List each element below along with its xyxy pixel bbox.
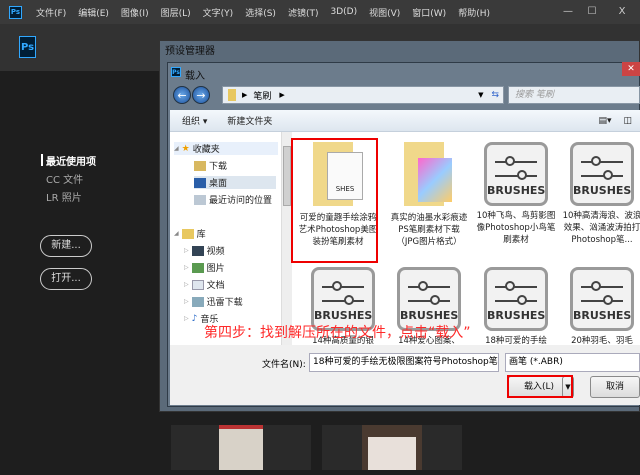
navigation-pane: ◢ ★ 收藏夹 下载 桌面 最近访问的位置 ◢ 库 ▷ 视频 ▷ 图片 ▷ 文档 ▷ 迅雷下载… xyxy=(170,132,282,345)
open-button[interactable]: 打开... xyxy=(40,268,92,290)
star-icon: ★ xyxy=(181,143,190,154)
view-options-icon[interactable]: ▤▾ xyxy=(598,116,611,126)
picture-icon xyxy=(191,262,204,273)
recent-places-icon xyxy=(194,194,206,205)
toolbar: 组织 ▾ 新建文件夹 ▤▾ ◫ xyxy=(170,110,640,132)
video-icon xyxy=(191,245,204,256)
preset-manager-title: 预设管理器 xyxy=(165,46,215,57)
start-sidebar: 最近使用项 CC 文件 LR 照片 新建... 打开... xyxy=(0,71,160,475)
nav-lr-photos[interactable]: LR 照片 xyxy=(46,189,82,204)
load-dialog-title: 载入 xyxy=(185,71,205,82)
menu-type[interactable]: 文字(Y) xyxy=(197,6,240,19)
active-indicator xyxy=(41,154,43,166)
forward-button[interactable]: → xyxy=(192,86,210,104)
brush-file-icon: BRUSHES xyxy=(484,142,548,206)
file-item[interactable]: BRUSHES 20种羽毛、羽毛 xyxy=(560,267,640,345)
filename-label: 文件名(N): xyxy=(262,360,306,370)
highlight-load-button xyxy=(507,375,573,398)
nav-recent[interactable]: 最近使用项 xyxy=(46,153,96,168)
folder-icon xyxy=(228,89,236,101)
nav-favorites[interactable]: ◢ ★ 收藏夹 xyxy=(174,142,278,155)
maximize-button[interactable]: ☐ xyxy=(580,4,604,20)
recent-file-thumbnail[interactable] xyxy=(171,425,311,470)
menu-layer[interactable]: 图层(L) xyxy=(155,6,197,19)
document-icon xyxy=(191,279,204,290)
desktop-icon xyxy=(194,177,206,188)
tutorial-annotation: 第四步：找到解压所在的文件，点击“载入” xyxy=(204,325,471,341)
minimize-button[interactable]: — xyxy=(556,4,580,20)
cancel-button[interactable]: 取消 xyxy=(590,376,640,398)
nav-documents[interactable]: ▷ 文档 xyxy=(184,278,225,291)
menu-file[interactable]: 文件(F) xyxy=(30,6,72,19)
nav-libraries[interactable]: ◢ 库 xyxy=(174,227,206,240)
menu-window[interactable]: 窗口(W) xyxy=(406,6,452,19)
preview-pane-icon[interactable]: ◫ xyxy=(623,116,632,126)
menu-edit[interactable]: 编辑(E) xyxy=(72,6,115,19)
brush-file-icon: BRUSHES xyxy=(484,267,548,331)
close-button[interactable]: X xyxy=(604,4,640,20)
chevron-right-icon: ▶ xyxy=(279,91,285,99)
close-icon[interactable]: ✕ xyxy=(622,62,640,76)
refresh-icon[interactable]: ⇆ xyxy=(491,90,499,100)
xunlei-icon xyxy=(191,296,204,307)
file-item[interactable]: BRUSHES 10种飞鸟、鸟剪影图像Photoshop小鸟笔刷素材 xyxy=(474,142,558,246)
file-item[interactable]: 真实的油墨水彩痕迹PS笔刷素材下载（JPG图片格式） xyxy=(387,142,471,248)
organize-button[interactable]: 组织 ▾ xyxy=(182,114,207,127)
breadcrumb-brushes[interactable]: 笔刷 xyxy=(253,89,271,102)
nav-desktop[interactable]: 桌面 xyxy=(194,176,276,189)
menu-bar: Ps 文件(F) 编辑(E) 图像(I) 图层(L) 文字(Y) 选择(S) 滤… xyxy=(0,0,640,24)
download-folder-icon xyxy=(194,160,206,171)
photoshop-logo-large: Ps xyxy=(19,36,36,58)
address-bar[interactable]: ▶ 笔刷 ▶ ▼ ⇆ xyxy=(222,86,504,104)
nav-recent-places[interactable]: 最近访问的位置 xyxy=(194,193,272,206)
chevron-right-icon: ▶ xyxy=(242,91,248,99)
file-item[interactable]: BRUSHES 18种可爱的手绘 xyxy=(474,267,558,345)
highlight-selected-folder xyxy=(291,138,378,263)
menu-select[interactable]: 选择(S) xyxy=(239,6,282,19)
recent-file-thumbnail[interactable] xyxy=(322,425,462,470)
menu-view[interactable]: 视图(V) xyxy=(363,6,406,19)
menu-3d[interactable]: 3D(D) xyxy=(324,7,363,17)
filetype-select[interactable]: 画笔 (*.ABR) xyxy=(505,353,640,372)
nav-pictures[interactable]: ▷ 图片 xyxy=(184,261,225,274)
nav-downloads[interactable]: 下载 xyxy=(194,159,227,172)
search-input[interactable]: 搜索 笔刷 xyxy=(508,86,640,104)
photoshop-logo: Ps xyxy=(9,5,22,19)
nav-videos[interactable]: ▷ 视频 xyxy=(184,244,225,257)
new-folder-button[interactable]: 新建文件夹 xyxy=(227,114,272,127)
photoshop-icon: Ps xyxy=(171,67,181,77)
nav-xunlei-downloads[interactable]: ▷ 迅雷下载 xyxy=(184,295,243,308)
brush-file-icon: BRUSHES xyxy=(570,142,634,206)
library-icon xyxy=(181,228,194,239)
chevron-down-icon[interactable]: ▼ xyxy=(478,91,483,99)
back-button[interactable]: ← xyxy=(173,86,191,104)
nav-cc-files[interactable]: CC 文件 xyxy=(46,171,83,186)
folder-icon xyxy=(394,142,464,208)
menu-image[interactable]: 图像(I) xyxy=(115,6,155,19)
music-icon: ♪ xyxy=(191,313,198,324)
file-item[interactable]: BRUSHES 10种高清海浪、波浪效果、汹涌波涛拍打Photoshop笔... xyxy=(560,142,640,246)
new-button[interactable]: 新建... xyxy=(40,235,92,257)
menu-filter[interactable]: 滤镜(T) xyxy=(282,6,325,19)
filename-input[interactable]: 18种可爱的手绘无极限图案符号Photoshop笔 xyxy=(309,353,499,372)
menu-help[interactable]: 帮助(H) xyxy=(452,6,496,19)
brush-file-icon: BRUSHES xyxy=(570,267,634,331)
